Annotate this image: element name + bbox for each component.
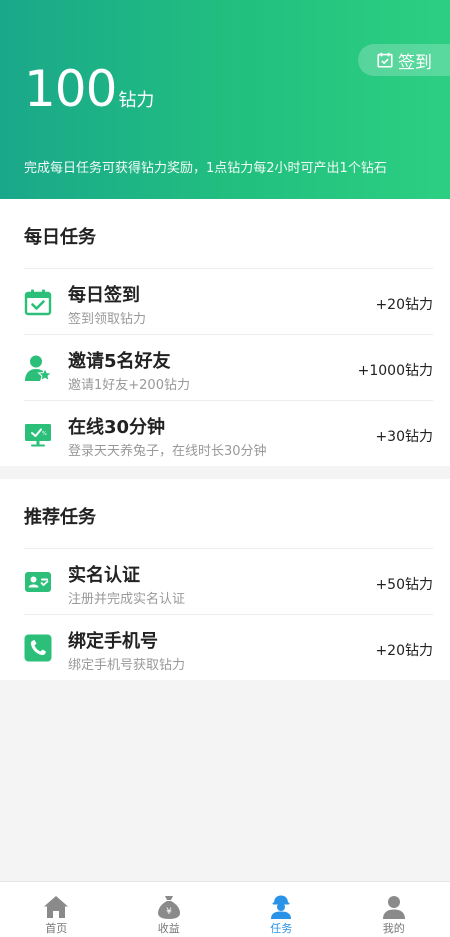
task-bind-phone[interactable]: 绑定手机号 绑定手机号获取钻力 +20钻力 — [24, 614, 433, 680]
task-reward: +1000钻力 — [357, 363, 433, 379]
task-online-30min[interactable]: % 在线30分钟 登录天天养兔子，在线时长30分钟 +30钻力 — [24, 400, 433, 466]
task-reward: +20钻力 — [375, 643, 433, 659]
svg-text:¥: ¥ — [166, 907, 172, 917]
user-star-icon — [25, 355, 52, 382]
task-reward: +50钻力 — [375, 577, 433, 593]
tab-home[interactable]: 首页 — [0, 882, 113, 937]
bottom-tab-bar: 首页 ¥ 收益 任务 我的 — [0, 881, 450, 937]
tab-tasks[interactable]: 任务 — [225, 882, 338, 937]
task-subtitle: 签到领取钻力 — [68, 312, 147, 327]
tab-label: 首页 — [45, 922, 68, 935]
checkin-label[interactable]: 签到 — [398, 48, 432, 73]
task-subtitle: 注册并完成实名认证 — [68, 592, 186, 607]
checkin-button[interactable]: 签到 — [358, 44, 450, 76]
task-reward: +20钻力 — [375, 297, 433, 313]
phone-icon — [24, 634, 52, 662]
task-daily-checkin[interactable]: 每日签到 签到领取钻力 +20钻力 — [24, 268, 433, 334]
recommended-tasks-section: 推荐任务 实名认证 注册并完成实名认证 +50钻力 绑定手机号 绑定手机号获取钻… — [0, 479, 450, 680]
worker-icon — [271, 895, 292, 919]
tab-earnings[interactable]: ¥ 收益 — [113, 882, 226, 937]
task-subtitle: 邀请1好友+200钻力 — [68, 378, 190, 393]
task-title: 在线30分钟 — [68, 417, 166, 438]
calendar-check-icon — [24, 289, 52, 316]
home-icon — [44, 896, 69, 918]
section-title-recommended: 推荐任务 — [24, 507, 96, 528]
task-title: 实名认证 — [68, 565, 140, 586]
points-display: 100 钻力 — [24, 64, 154, 114]
task-title: 每日签到 — [68, 285, 140, 306]
header-banner: 签到 100 钻力 完成每日任务可获得钻力奖励，1点钻力每2小时可产出1个钻石 — [0, 0, 450, 199]
points-unit: 钻力 — [118, 90, 155, 111]
points-value: 100 — [24, 60, 117, 118]
daily-tasks-section: 每日任务 每日签到 签到领取钻力 +20钻力 邀请5名好友 邀请1好友+200钻… — [0, 199, 450, 466]
task-invite-friends[interactable]: 邀请5名好友 邀请1好友+200钻力 +1000钻力 — [24, 334, 433, 400]
task-title: 绑定手机号 — [68, 631, 158, 652]
header-description: 完成每日任务可获得钻力奖励，1点钻力每2小时可产出1个钻石 — [24, 161, 387, 176]
tab-profile[interactable]: 我的 — [338, 882, 450, 937]
money-bag-icon: ¥ — [157, 896, 180, 919]
tab-label: 任务 — [270, 922, 293, 935]
tab-label: 收益 — [157, 922, 180, 935]
svg-text:%: % — [42, 431, 47, 437]
profile-icon — [382, 896, 405, 919]
tab-label: 我的 — [382, 922, 405, 935]
task-reward: +30钻力 — [375, 429, 433, 445]
task-title: 邀请5名好友 — [68, 351, 171, 372]
task-subtitle: 绑定手机号获取钻力 — [68, 658, 186, 673]
calendar-check-icon — [377, 52, 393, 68]
task-real-name-auth[interactable]: 实名认证 注册并完成实名认证 +50钻力 — [24, 548, 433, 614]
section-title-daily: 每日任务 — [24, 227, 96, 248]
task-subtitle: 登录天天养兔子，在线时长30分钟 — [68, 444, 267, 459]
id-card-icon — [25, 572, 51, 592]
monitor-icon: % — [25, 424, 51, 447]
